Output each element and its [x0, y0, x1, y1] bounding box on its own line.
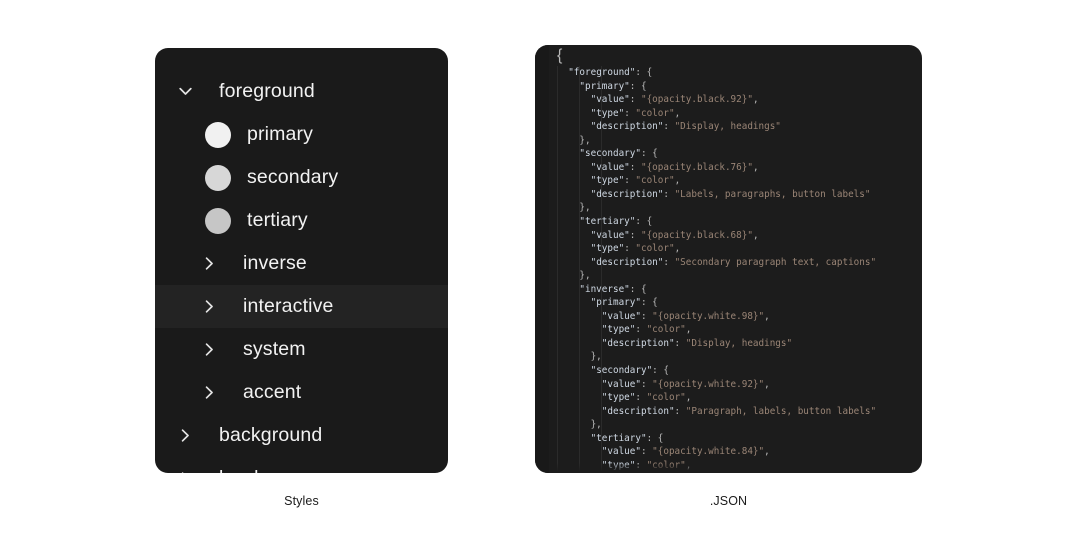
tree-row-accent[interactable]: accent	[155, 371, 448, 414]
code-open-brace-line: {	[549, 45, 922, 66]
tree-row-label: inverse	[243, 252, 307, 274]
code-bottom-fade	[549, 463, 922, 473]
color-swatch-primary[interactable]	[205, 121, 231, 148]
tree-row-tertiary[interactable]: tertiary	[155, 199, 448, 242]
code-line: "inverse": {	[579, 283, 647, 295]
tree-row-label: tertiary	[247, 209, 308, 231]
json-caption: .JSON	[709, 494, 748, 508]
code-line: "value": "{opacity.black.68}",	[590, 229, 759, 241]
tree-row-inverse[interactable]: inverse	[155, 242, 448, 285]
code-gutter	[535, 45, 549, 473]
code-line: "foreground": {	[568, 67, 653, 78]
code-line: },	[557, 419, 602, 431]
code-lines[interactable]: "foreground": { "primary": { "value": "{…	[549, 66, 922, 473]
tree-row-label: interactive	[243, 295, 334, 317]
code-line: "description": "Secondary paragraph text…	[590, 256, 877, 268]
code-line: },	[557, 134, 591, 146]
chevron-right-icon[interactable]	[181, 429, 207, 442]
code-line: "value": "{opacity.black.76}",	[590, 161, 759, 173]
code-line: "type": "color",	[590, 243, 681, 255]
code-line: "type": "color",	[601, 392, 692, 404]
code-line: "value": "{opacity.black.92}",	[590, 94, 759, 106]
code-line: "secondary": {	[579, 148, 658, 160]
tree-row-system[interactable]: system	[155, 328, 448, 371]
styles-column: foreground primary secondary tertiary invers…	[155, 0, 448, 555]
code-line: "value": "{opacity.white.84}",	[601, 446, 770, 458]
code-line: },	[557, 202, 591, 214]
code-line: },	[557, 270, 591, 282]
color-swatch-tertiary[interactable]	[205, 207, 231, 234]
tree-row-secondary[interactable]: secondary	[155, 156, 448, 199]
chevron-down-icon[interactable]	[179, 85, 207, 98]
color-swatch-secondary[interactable]	[205, 164, 231, 191]
tree-row-label: primary	[247, 123, 314, 145]
chevron-right-icon[interactable]	[205, 386, 231, 399]
tree-row-border[interactable]: border	[155, 457, 448, 473]
tree-row-foreground[interactable]: foreground	[155, 70, 448, 113]
code-line: "value": "{opacity.white.98}",	[601, 310, 770, 322]
code-line: "type": "color",	[590, 175, 681, 187]
code-line: "description": "Labels, paragraphs, butt…	[590, 188, 871, 200]
tree-row-label: system	[243, 338, 306, 360]
chevron-right-icon[interactable]	[205, 257, 231, 270]
code-line: "primary": {	[579, 80, 647, 92]
chevron-right-icon[interactable]	[205, 343, 231, 356]
code-line: "tertiary": {	[579, 216, 653, 228]
code-line: "tertiary": {	[590, 432, 664, 444]
tree-row-background[interactable]: background	[155, 414, 448, 457]
code-line: "secondary": {	[590, 365, 669, 377]
json-code-panel: { "foreground": { "primary": { "value": …	[535, 45, 922, 473]
code-line: "primary": {	[590, 297, 658, 309]
code-line: "type": "color",	[590, 107, 681, 119]
tree-row-label: background	[219, 424, 323, 446]
chevron-right-icon[interactable]	[181, 472, 207, 473]
code-line: "description": "Display, headings"	[601, 337, 793, 349]
tree-row-label: accent	[243, 381, 302, 403]
tree-row-label: secondary	[247, 166, 339, 188]
styles-tree-panel: foreground primary secondary tertiary invers…	[155, 48, 448, 473]
code-line: "description": "Display, headings"	[590, 121, 781, 133]
tree-row-interactive[interactable]: interactive	[155, 285, 448, 328]
open-brace: {	[557, 46, 563, 64]
json-column: { "foreground": { "primary": { "value": …	[535, 0, 922, 555]
tree-row-label: foreground	[219, 80, 315, 102]
code-line: },	[557, 351, 602, 363]
tree-row-primary[interactable]: primary	[155, 113, 448, 156]
code-line: "type": "color",	[601, 324, 692, 336]
code-line: "value": "{opacity.white.92}",	[601, 378, 770, 390]
code-line: "description": "Paragraph, labels, butto…	[601, 405, 877, 417]
styles-caption: Styles	[284, 494, 319, 508]
tree-row-label: border	[219, 467, 276, 473]
chevron-right-icon[interactable]	[205, 300, 231, 313]
